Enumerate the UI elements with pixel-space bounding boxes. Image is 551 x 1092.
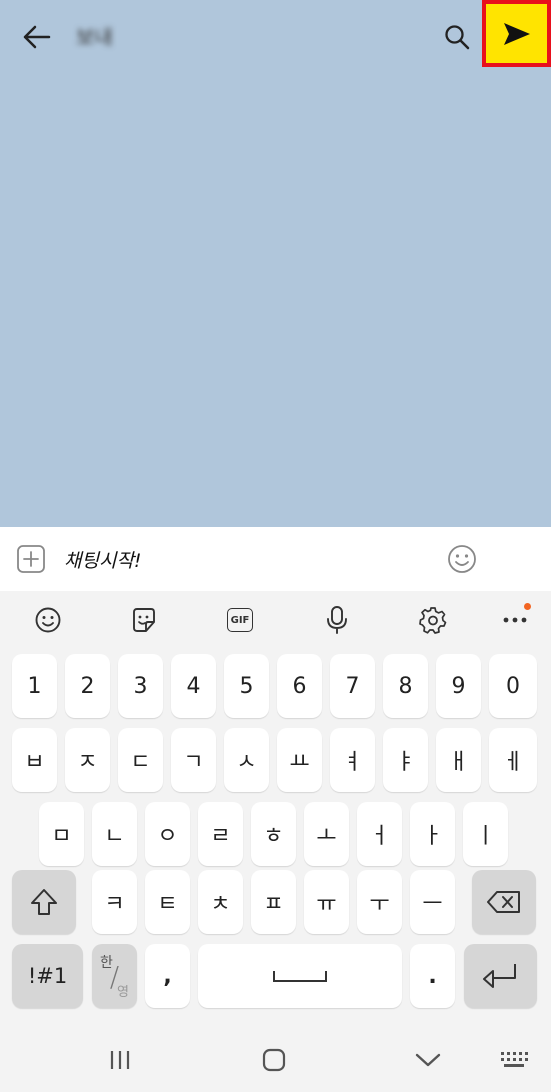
send-arrow-icon xyxy=(503,22,530,45)
key-e[interactable]: ㅔ xyxy=(489,728,537,792)
emoji-icon[interactable] xyxy=(32,604,64,636)
notification-dot xyxy=(524,603,531,610)
search-icon[interactable] xyxy=(440,20,474,54)
lang-english-label: 영 xyxy=(117,985,129,1000)
send-button[interactable] xyxy=(486,4,547,63)
backspace-key[interactable] xyxy=(472,870,536,934)
gif-icon[interactable]: GIF xyxy=(224,604,256,636)
chevron-down-icon[interactable] xyxy=(408,1042,448,1078)
key-6[interactable]: 6 xyxy=(277,654,322,718)
message-input[interactable] xyxy=(64,541,434,577)
symbols-key[interactable]: !#1 xyxy=(12,944,83,1008)
enter-arrow-icon xyxy=(482,964,516,988)
shift-key[interactable] xyxy=(12,870,76,934)
key-digeut[interactable]: ㄷ xyxy=(118,728,163,792)
key-kieuk[interactable]: ㅋ xyxy=(92,870,137,934)
chat-screen: 보내 GIF xyxy=(0,0,551,1092)
key-0[interactable]: 0 xyxy=(489,654,537,718)
keyboard-grid-icon[interactable] xyxy=(494,1042,534,1078)
microphone-icon[interactable] xyxy=(321,604,353,636)
key-9[interactable]: 9 xyxy=(436,654,481,718)
key-giyeok[interactable]: ㄱ xyxy=(171,728,216,792)
enter-key[interactable] xyxy=(464,944,537,1008)
lang-korean-label: 한 xyxy=(100,955,113,971)
key-8[interactable]: 8 xyxy=(383,654,428,718)
key-hieut[interactable]: ㅎ xyxy=(251,802,296,866)
key-ae[interactable]: ㅐ xyxy=(436,728,481,792)
space-bar-icon xyxy=(273,971,327,982)
key-pieup[interactable]: ㅍ xyxy=(251,870,296,934)
emoji-icon[interactable] xyxy=(446,543,478,575)
key-4[interactable]: 4 xyxy=(171,654,216,718)
key-siot[interactable]: ㅅ xyxy=(224,728,269,792)
key-ya[interactable]: ㅑ xyxy=(383,728,428,792)
key-5[interactable]: 5 xyxy=(224,654,269,718)
key-mieum[interactable]: ㅁ xyxy=(39,802,84,866)
key-eo[interactable]: ㅓ xyxy=(357,802,402,866)
period-key[interactable]: . xyxy=(410,944,455,1008)
home-icon[interactable] xyxy=(254,1042,294,1078)
chat-area[interactable]: 보내 xyxy=(0,0,551,527)
settings-gear-icon[interactable] xyxy=(417,604,449,636)
message-input-bar xyxy=(0,527,551,591)
key-o[interactable]: ㅗ xyxy=(304,802,349,866)
recent-apps-icon[interactable] xyxy=(100,1042,140,1078)
key-eu[interactable]: ㅡ xyxy=(410,870,455,934)
key-yu[interactable]: ㅠ xyxy=(304,870,349,934)
key-i[interactable]: ㅣ xyxy=(463,802,508,866)
keyboard-toolbar: GIF xyxy=(0,592,551,648)
key-a[interactable]: ㅏ xyxy=(410,802,455,866)
key-rieul[interactable]: ㄹ xyxy=(198,802,243,866)
key-yo[interactable]: ㅛ xyxy=(277,728,322,792)
key-2[interactable]: 2 xyxy=(65,654,110,718)
system-navigation-bar xyxy=(0,1028,551,1092)
backspace-icon xyxy=(487,891,520,913)
key-bieup[interactable]: ㅂ xyxy=(12,728,57,792)
sticker-icon[interactable] xyxy=(128,604,160,636)
back-arrow-icon[interactable] xyxy=(20,20,54,54)
space-key[interactable] xyxy=(198,944,402,1008)
key-u[interactable]: ㅜ xyxy=(357,870,402,934)
key-jieut[interactable]: ㅈ xyxy=(65,728,110,792)
key-7[interactable]: 7 xyxy=(330,654,375,718)
plus-box-icon[interactable] xyxy=(16,544,46,574)
key-tieut[interactable]: ㅌ xyxy=(145,870,190,934)
key-nieun[interactable]: ㄴ xyxy=(92,802,137,866)
comma-key[interactable]: , xyxy=(145,944,190,1008)
shift-arrow-icon xyxy=(31,889,57,915)
chat-title: 보내 xyxy=(76,25,113,49)
key-yeo[interactable]: ㅕ xyxy=(330,728,375,792)
key-chieut[interactable]: ㅊ xyxy=(198,870,243,934)
gif-label: GIF xyxy=(227,608,253,632)
key-ieung[interactable]: ㅇ xyxy=(145,802,190,866)
key-1[interactable]: 1 xyxy=(12,654,57,718)
language-switch-key[interactable]: 한 / 영 xyxy=(92,944,137,1008)
send-button-highlight xyxy=(482,0,551,67)
key-3[interactable]: 3 xyxy=(118,654,163,718)
